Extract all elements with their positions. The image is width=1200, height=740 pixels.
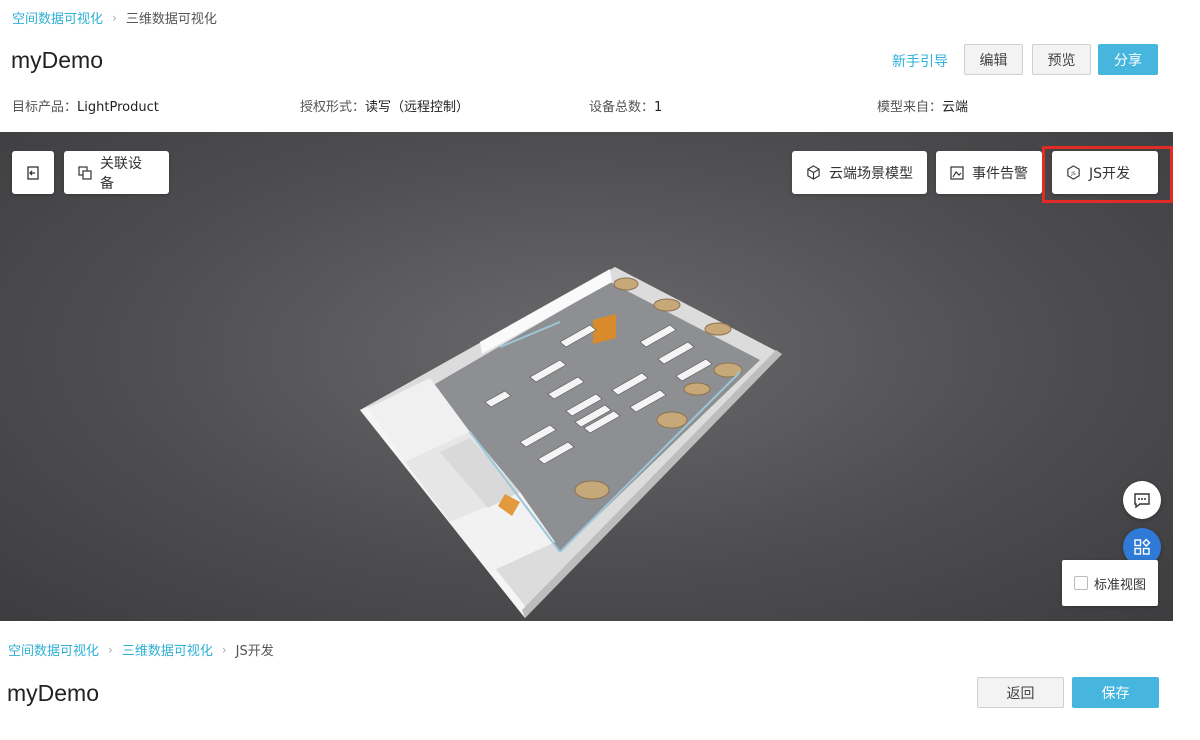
edit-button[interactable]: 编辑	[964, 44, 1023, 75]
link-devices-icon	[78, 165, 92, 180]
meta-value: 读写（远程控制）	[365, 100, 470, 115]
page-title: myDemo	[11, 47, 104, 73]
meta-value: 云端	[942, 100, 969, 115]
breadcrumb-link-3d[interactable]: 三维数据可视化	[122, 640, 213, 659]
meta-label: 模型来自：	[877, 100, 943, 115]
standard-view-checkbox[interactable]	[1073, 576, 1088, 590]
event-alert-label: 事件告警	[972, 165, 1028, 182]
js-hexagon-icon: JS	[1067, 165, 1080, 180]
cube-icon	[807, 165, 820, 180]
link-devices-button[interactable]: 关联设备	[64, 151, 169, 194]
back-button[interactable]: 返回	[977, 677, 1064, 708]
meta-value: LightProduct	[77, 100, 159, 115]
event-alert-button[interactable]: 事件告警	[936, 151, 1042, 194]
page-title-bottom: myDemo	[7, 680, 100, 706]
alert-image-icon	[950, 165, 964, 180]
meta-device-count: 设备总数：1	[589, 96, 662, 115]
chat-icon	[1134, 493, 1150, 509]
meta-label: 授权形式：	[300, 100, 366, 115]
preview-button[interactable]: 预览	[1032, 44, 1091, 75]
guide-link[interactable]: 新手引导	[892, 51, 948, 71]
breadcrumb-bottom: 空间数据可视化 › 三维数据可视化 › JS开发	[8, 640, 274, 660]
breadcrumb-chevron-icon: ›	[108, 642, 113, 657]
meta-label: 设备总数：	[589, 100, 655, 115]
exit-icon	[27, 165, 39, 180]
meta-target-product: 目标产品：LightProduct	[12, 96, 159, 115]
standard-view-label: 标准视图	[1093, 577, 1146, 593]
meta-value: 1	[654, 100, 663, 115]
meta-label: 目标产品：	[12, 100, 78, 115]
chat-button[interactable]	[1123, 481, 1161, 519]
js-dev-button[interactable]: JS JS开发	[1052, 151, 1158, 194]
exit-button[interactable]	[12, 151, 54, 194]
share-button[interactable]: 分享	[1098, 44, 1158, 75]
breadcrumb-current: 三维数据可视化	[125, 12, 217, 27]
breadcrumb-link-spatial[interactable]: 空间数据可视化	[12, 8, 103, 27]
js-dev-label: JS开发	[1089, 165, 1131, 182]
save-button[interactable]: 保存	[1072, 677, 1159, 708]
cloud-model-label: 云端场景模型	[829, 165, 913, 182]
meta-auth-type: 授权形式：读写（远程控制）	[300, 96, 469, 115]
breadcrumb-current: JS开发	[235, 644, 274, 659]
breadcrumb-link-spatial[interactable]: 空间数据可视化	[8, 640, 99, 659]
meta-model-source: 模型来自：云端	[877, 96, 968, 115]
svg-text:JS: JS	[1070, 171, 1075, 177]
link-devices-label: 关联设备	[100, 155, 142, 192]
office-3d-model[interactable]	[0, 132, 1173, 621]
breadcrumb-chevron-icon: ›	[221, 642, 227, 657]
scene-viewport[interactable]: 关联设备 云端场景模型 事件告警 JS JS开发	[0, 132, 1173, 621]
standard-view-toggle[interactable]: 标准视图	[1062, 560, 1158, 606]
apps-icon	[1134, 538, 1151, 555]
cloud-model-button[interactable]: 云端场景模型	[792, 151, 927, 194]
breadcrumb: 空间数据可视化 › 三维数据可视化	[12, 8, 217, 28]
breadcrumb-chevron-icon: ›	[112, 10, 117, 25]
